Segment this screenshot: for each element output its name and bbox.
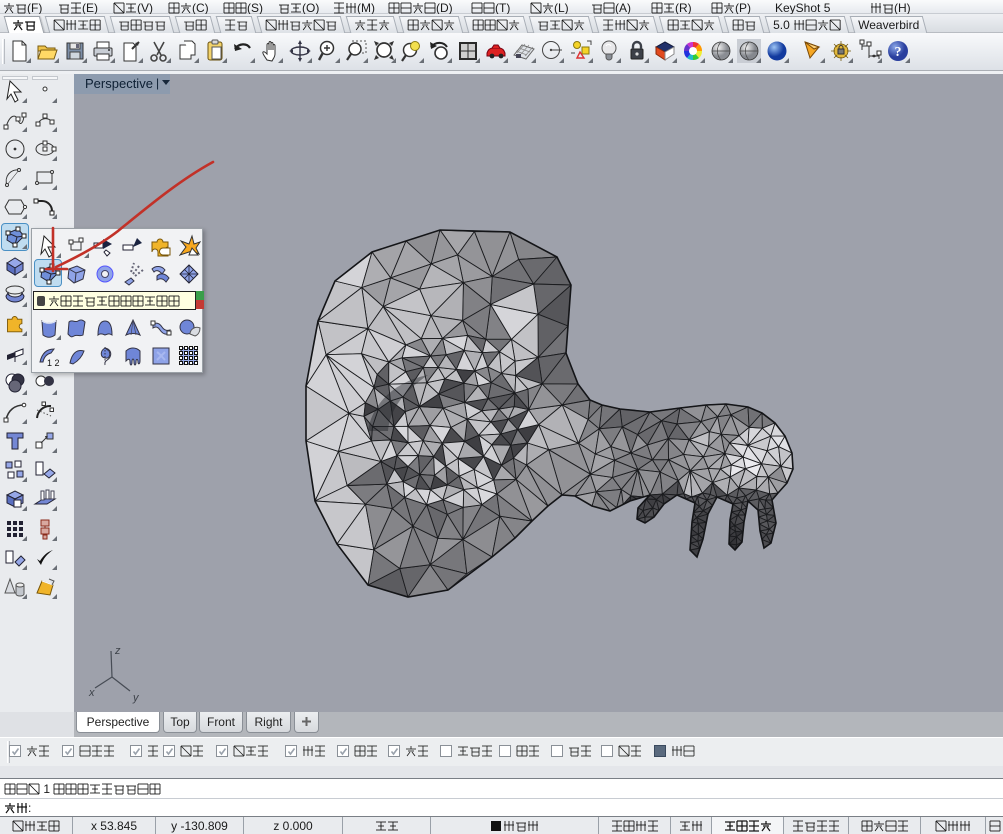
svg-text:z: z	[114, 645, 121, 657]
svg-text:?: ?	[895, 45, 902, 60]
svg-text:1 2: 1 2	[47, 358, 60, 368]
svg-text:y: y	[132, 692, 140, 704]
svg-text:x: x	[88, 687, 95, 699]
